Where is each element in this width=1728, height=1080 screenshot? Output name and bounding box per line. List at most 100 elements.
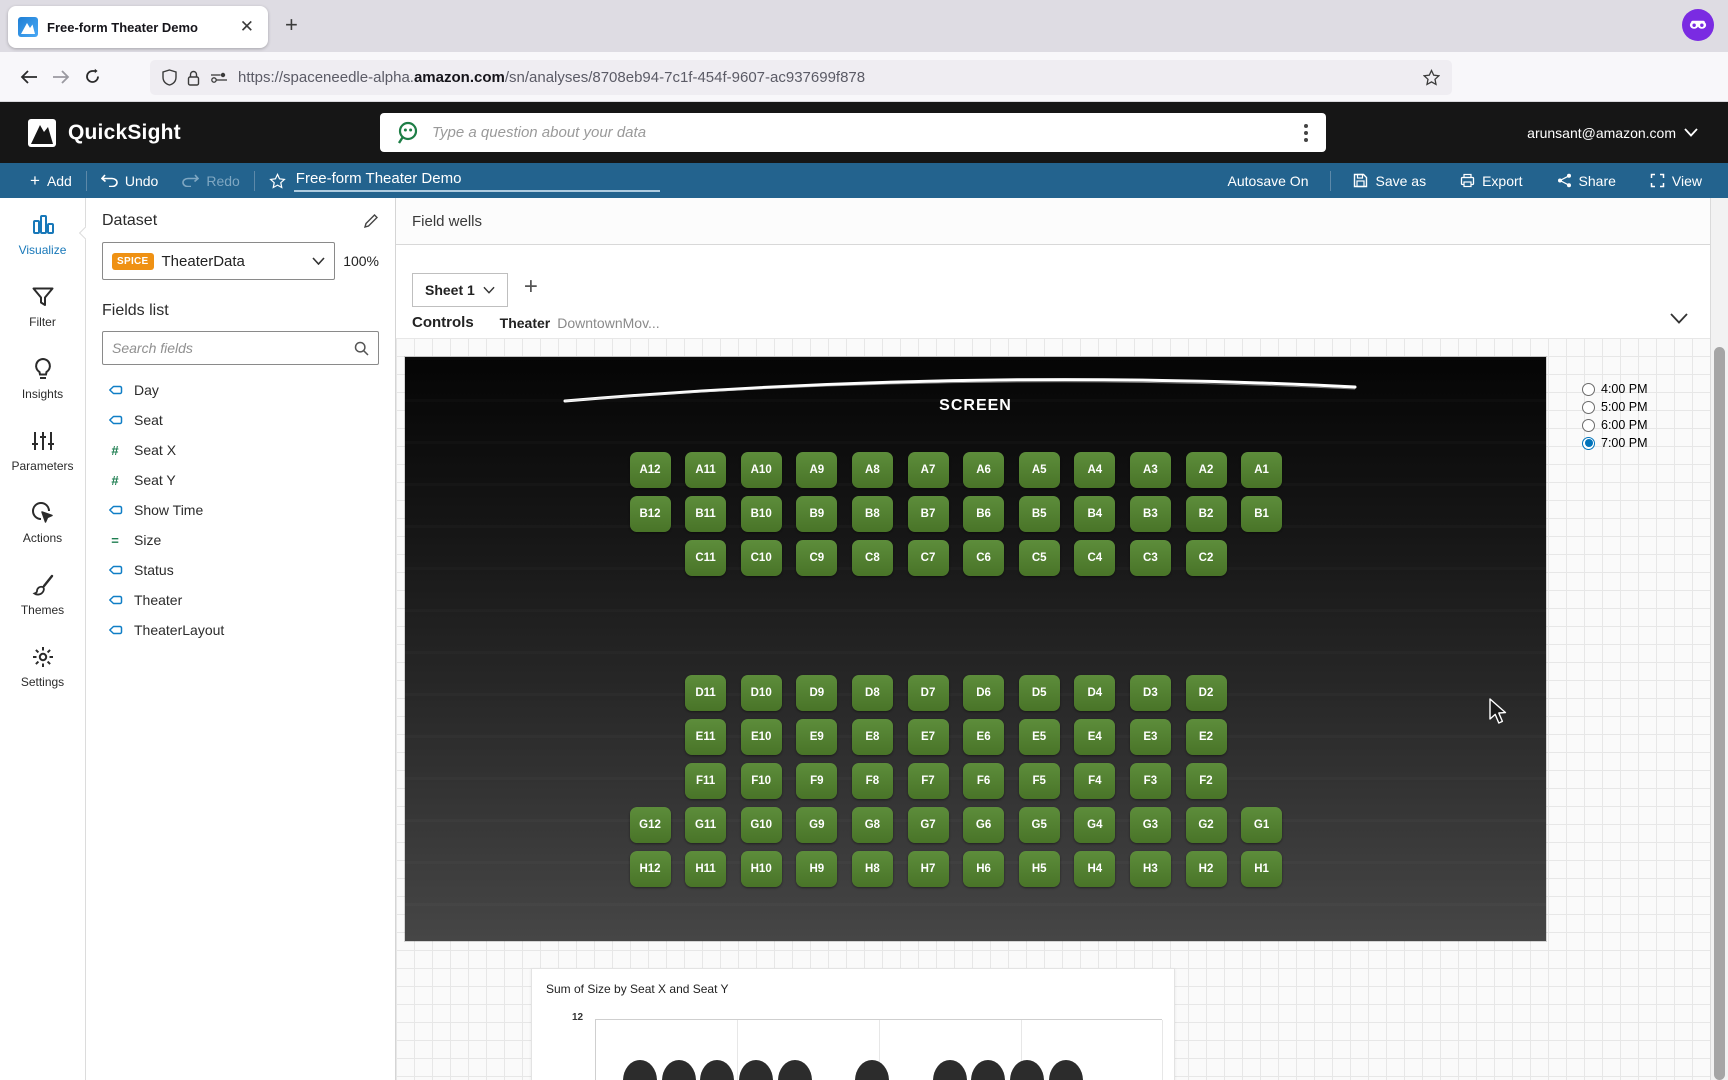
seat-c9[interactable]: C9: [796, 540, 838, 576]
seat-d6[interactable]: D6: [963, 675, 1005, 711]
search-fields-box[interactable]: [102, 331, 379, 365]
seat-b1[interactable]: B1: [1241, 496, 1283, 532]
seat-f11[interactable]: F11: [685, 763, 727, 799]
seat-c2[interactable]: C2: [1185, 540, 1227, 576]
seat-a5[interactable]: A5: [1018, 452, 1060, 488]
q-search-input[interactable]: [432, 124, 1288, 141]
search-fields-input[interactable]: [112, 340, 354, 356]
nav-visualize[interactable]: Visualize: [0, 198, 94, 270]
seat-a10[interactable]: A10: [740, 452, 782, 488]
export-button[interactable]: Export: [1460, 173, 1523, 189]
seat-a9[interactable]: A9: [796, 452, 838, 488]
new-tab-button[interactable]: +: [285, 14, 298, 36]
seat-h9[interactable]: H9: [796, 851, 838, 887]
seat-g1[interactable]: G1: [1241, 807, 1283, 843]
field-item-theater[interactable]: Theater: [102, 585, 379, 615]
autosave-status[interactable]: Autosave On: [1228, 173, 1309, 189]
seat-f10[interactable]: F10: [740, 763, 782, 799]
nav-insights[interactable]: Insights: [0, 342, 85, 414]
seat-b2[interactable]: B2: [1185, 496, 1227, 532]
shield-icon[interactable]: [162, 69, 177, 86]
nav-filter[interactable]: Filter: [0, 270, 85, 342]
seat-b8[interactable]: B8: [851, 496, 893, 532]
seat-a7[interactable]: A7: [907, 452, 949, 488]
seat-d11[interactable]: D11: [685, 675, 727, 711]
time-option-500pm[interactable]: 5:00 PM: [1582, 400, 1648, 414]
nav-settings[interactable]: Settings: [0, 630, 85, 702]
browser-tab[interactable]: Free-form Theater Demo ✕: [8, 6, 268, 48]
seat-h4[interactable]: H4: [1074, 851, 1116, 887]
nav-themes[interactable]: Themes: [0, 558, 85, 630]
seat-h3[interactable]: H3: [1129, 851, 1171, 887]
lock-icon[interactable]: [187, 70, 200, 86]
seat-d9[interactable]: D9: [796, 675, 838, 711]
redo-button[interactable]: Redo: [182, 173, 240, 189]
seat-e10[interactable]: E10: [740, 719, 782, 755]
seat-c10[interactable]: C10: [740, 540, 782, 576]
back-button[interactable]: [20, 69, 38, 85]
seat-f3[interactable]: F3: [1129, 763, 1171, 799]
field-item-show-time[interactable]: Show Time: [102, 495, 379, 525]
scatter-chart-card[interactable]: Sum of Size by Seat X and Seat Y 12: [531, 968, 1175, 1080]
seat-g5[interactable]: G5: [1018, 807, 1060, 843]
seat-b4[interactable]: B4: [1074, 496, 1116, 532]
seat-f5[interactable]: F5: [1018, 763, 1060, 799]
seat-d7[interactable]: D7: [907, 675, 949, 711]
collapse-controls-icon[interactable]: [1670, 313, 1688, 324]
field-item-size[interactable]: = Size: [102, 525, 379, 555]
seat-g3[interactable]: G3: [1129, 807, 1171, 843]
reload-button[interactable]: [84, 68, 101, 85]
nav-parameters[interactable]: Parameters: [0, 414, 85, 486]
nav-actions[interactable]: Actions: [0, 486, 85, 558]
seat-h7[interactable]: H7: [907, 851, 949, 887]
seat-a2[interactable]: A2: [1185, 452, 1227, 488]
seat-a1[interactable]: A1: [1241, 452, 1283, 488]
tab-close-icon[interactable]: ✕: [236, 17, 258, 37]
field-item-seat-y[interactable]: # Seat Y: [102, 465, 379, 495]
undo-button[interactable]: Undo: [100, 173, 158, 189]
data-point-x2[interactable]: [661, 1060, 696, 1080]
q-search-bar[interactable]: [380, 113, 1326, 152]
url-field[interactable]: https://spaceneedle-alpha.amazon.com/sn/…: [150, 60, 1452, 95]
theater-seat-map-visual[interactable]: SCREEN A12 A11 A10 A9 A8 A7 A6 A5 A4 A3 A2 A1 B12 B11…: [405, 357, 1546, 941]
seat-a8[interactable]: A8: [851, 452, 893, 488]
theater-control[interactable]: Theater DowntownMov...: [500, 315, 660, 331]
seat-d10[interactable]: D10: [740, 675, 782, 711]
share-button[interactable]: Share: [1557, 173, 1616, 189]
user-menu[interactable]: arunsant@amazon.com: [1527, 102, 1698, 163]
seat-g12[interactable]: G12: [629, 807, 671, 843]
seat-f4[interactable]: F4: [1074, 763, 1116, 799]
seat-b10[interactable]: B10: [740, 496, 782, 532]
add-button[interactable]: + Add: [30, 171, 72, 191]
favorite-analysis-button[interactable]: [269, 172, 286, 189]
seat-h11[interactable]: H11: [685, 851, 727, 887]
seat-a11[interactable]: A11: [685, 452, 727, 488]
tab-sheet-1[interactable]: Sheet 1: [412, 273, 508, 307]
permissions-icon[interactable]: [210, 72, 228, 84]
add-sheet-button[interactable]: +: [524, 273, 538, 301]
seat-g7[interactable]: G7: [907, 807, 949, 843]
seat-h12[interactable]: H12: [629, 851, 671, 887]
seat-h2[interactable]: H2: [1185, 851, 1227, 887]
seat-b12[interactable]: B12: [629, 496, 671, 532]
seat-e11[interactable]: E11: [685, 719, 727, 755]
scrollbar-thumb[interactable]: [1714, 347, 1725, 1080]
seat-c4[interactable]: C4: [1074, 540, 1116, 576]
data-point-x12[interactable]: [1048, 1060, 1083, 1080]
edit-dataset-icon[interactable]: [363, 213, 379, 229]
seat-e4[interactable]: E4: [1074, 719, 1116, 755]
data-point-x11[interactable]: [1010, 1060, 1044, 1080]
view-button[interactable]: View: [1650, 173, 1702, 189]
seat-h6[interactable]: H6: [963, 851, 1005, 887]
data-point-x10[interactable]: [971, 1060, 1006, 1080]
seat-b5[interactable]: B5: [1018, 496, 1060, 532]
time-option-400pm[interactable]: 4:00 PM: [1582, 382, 1648, 396]
field-item-status[interactable]: Status: [102, 555, 379, 585]
analysis-title[interactable]: Free-form Theater Demo: [293, 169, 660, 192]
seat-b11[interactable]: B11: [685, 496, 727, 532]
seat-f2[interactable]: F2: [1185, 763, 1227, 799]
seat-f9[interactable]: F9: [796, 763, 838, 799]
seat-h5[interactable]: H5: [1018, 851, 1060, 887]
seat-c7[interactable]: C7: [907, 540, 949, 576]
seat-e6[interactable]: E6: [963, 719, 1005, 755]
